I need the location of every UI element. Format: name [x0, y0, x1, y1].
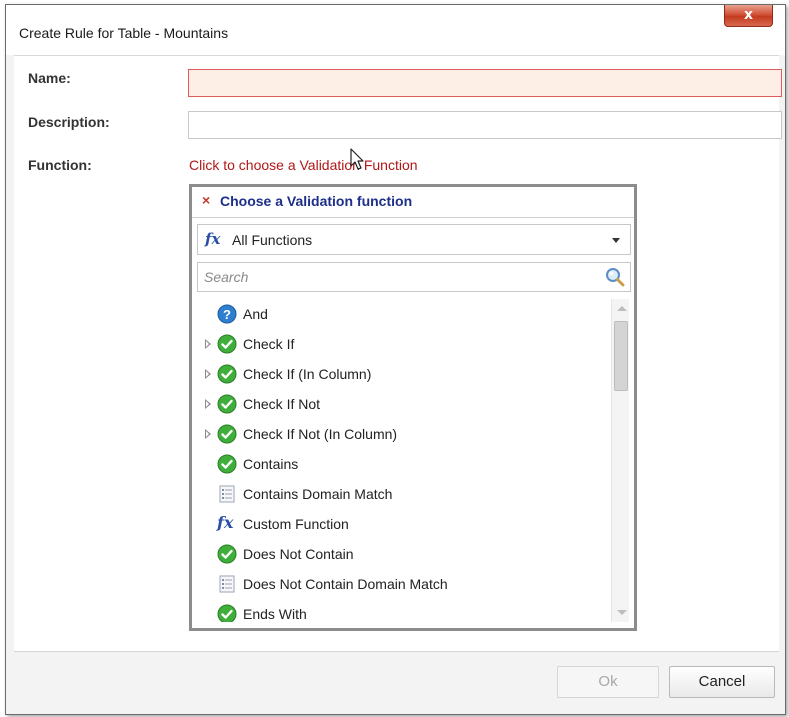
select-value: All Functions [232, 232, 313, 248]
dialog-window: Create Rule for Table - Mountains x Name… [5, 4, 786, 715]
green-check-icon [217, 604, 237, 622]
description-field[interactable] [188, 111, 782, 139]
list-item[interactable]: ? And [197, 299, 612, 329]
picker-close-icon[interactable]: × [202, 192, 210, 208]
list-item-label: Check If (In Column) [243, 366, 372, 382]
choose-function-link[interactable]: Click to choose a Validation Function [189, 157, 418, 173]
green-check-icon [217, 394, 237, 414]
search-input[interactable] [198, 263, 598, 291]
list-item-label: Check If [243, 336, 295, 352]
fx-icon: fx [205, 230, 221, 248]
list-item-label: Contains Domain Match [243, 486, 393, 502]
list-item-label: Custom Function [243, 516, 349, 532]
validation-function-picker: × Choose a Validation function fx All Fu… [189, 184, 637, 631]
list-item-label: Check If Not (In Column) [243, 426, 398, 442]
function-category-select[interactable]: fx All Functions [197, 224, 631, 255]
scroll-thumb[interactable] [614, 321, 628, 391]
list-item[interactable]: Check If (In Column) [197, 359, 612, 389]
window-close-button[interactable]: x [724, 5, 773, 27]
description-label: Description: [28, 114, 110, 130]
function-label: Function: [28, 157, 92, 173]
picker-title: Choose a Validation function [220, 193, 413, 209]
ok-button[interactable]: Ok [557, 666, 659, 698]
list-item[interactable]: Contains Domain Match [197, 479, 612, 509]
mouse-cursor-icon [350, 148, 366, 175]
cancel-button[interactable]: Cancel [669, 666, 775, 698]
list-item-label: Contains [243, 456, 299, 472]
list-scrollbar[interactable] [611, 299, 629, 622]
list-item-label: And [243, 306, 268, 322]
green-check-icon [217, 454, 237, 474]
scroll-up-arrow-icon[interactable] [617, 306, 627, 311]
list-item[interactable]: Contains [197, 449, 612, 479]
expand-arrow-icon[interactable] [205, 399, 211, 409]
chevron-down-icon[interactable] [612, 238, 620, 243]
svg-text:?: ? [223, 307, 231, 322]
dialog-footer: Ok Cancel [14, 651, 779, 709]
search-box [197, 262, 631, 292]
expand-arrow-icon[interactable] [205, 369, 211, 379]
title-bar: Create Rule for Table - Mountains x [6, 5, 785, 55]
list-item-label: Does Not Contain [243, 546, 354, 562]
picker-header: × Choose a Validation function [192, 187, 634, 218]
help-circle-icon: ? [217, 304, 237, 324]
green-check-icon [217, 424, 237, 444]
search-icon[interactable] [605, 267, 625, 290]
list-item[interactable]: Ends With [197, 599, 612, 622]
expand-arrow-icon[interactable] [205, 429, 211, 439]
list-item-label: Ends With [243, 606, 307, 622]
name-field[interactable] [188, 69, 782, 97]
list-item[interactable]: Does Not Contain [197, 539, 612, 569]
scroll-down-arrow-icon[interactable] [617, 610, 627, 615]
expand-arrow-icon[interactable] [205, 339, 211, 349]
list-document-icon [217, 484, 237, 504]
function-list: ? And Check If Check If (In Column) Check If… [197, 299, 631, 622]
list-item[interactable]: fx Custom Function [197, 509, 612, 539]
list-item[interactable]: Check If Not (In Column) [197, 419, 612, 449]
green-check-icon [217, 334, 237, 354]
dialog-title: Create Rule for Table - Mountains [19, 25, 229, 41]
name-label: Name: [28, 70, 71, 86]
list-item[interactable]: Does Not Contain Domain Match [197, 569, 612, 599]
green-check-icon [217, 544, 237, 564]
list-item-label: Does Not Contain Domain Match [243, 576, 448, 592]
list-document-icon [217, 574, 237, 594]
list-item[interactable]: Check If Not [197, 389, 612, 419]
green-check-icon [217, 364, 237, 384]
list-item-label: Check If Not [243, 396, 321, 412]
list-item[interactable]: Check If [197, 329, 612, 359]
fx-icon: fx [217, 513, 234, 532]
